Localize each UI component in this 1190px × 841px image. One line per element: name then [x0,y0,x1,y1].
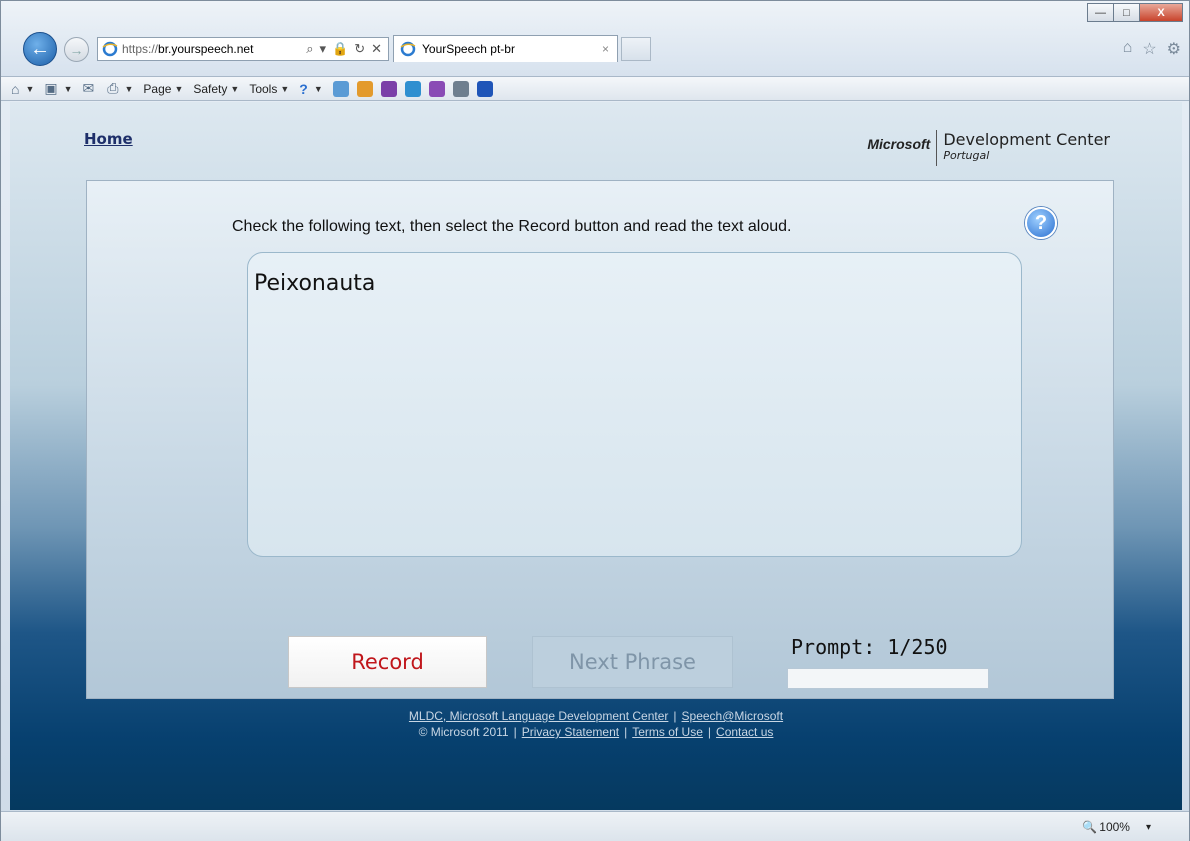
addon-music-icon[interactable] [356,80,373,97]
addon-lync-icon[interactable] [404,80,421,97]
address-url[interactable]: https://br.yourspeech.net [122,42,306,56]
stop-icon[interactable]: ✕ [371,41,382,57]
help-icon: ? [299,80,308,97]
tab-yourspeech[interactable]: YourSpeech pt-br × [393,35,618,62]
ie-icon [400,41,416,57]
search-icon[interactable]: ⌕ [306,41,313,57]
record-button[interactable]: Record [288,636,487,688]
close-tab-icon[interactable]: × [602,42,609,56]
cmd-mail[interactable]: ✉ [83,80,98,97]
next-phrase-button[interactable]: Next Phrase [532,636,733,688]
brand-company: Microsoft [867,136,931,152]
cmd-tools[interactable]: Tools ▼ [249,82,289,96]
url-host: br.yourspeech.net [158,42,254,56]
footer-line-1: MLDC, Microsoft Language Development Cen… [408,709,784,723]
browser-right-icons: ⌂ ☆ ⚙ [1123,39,1181,59]
brand-subtitle: Portugal [943,149,990,162]
recording-panel: Check the following text, then select th… [86,180,1114,699]
cmd-help[interactable]: ? ▼ [299,81,322,97]
print-icon: ⎙ [107,80,119,96]
copyright: © Microsoft 2011 [418,725,509,739]
address-bar[interactable]: https://br.yourspeech.net ⌕ ▾ 🔒 ↻ ✕ [97,37,389,61]
brand-logo: Microsoft Development Center Portugal [867,130,1110,166]
forward-button[interactable]: → [64,37,89,62]
status-bar: 🔍 100% ▾ [1,811,1189,841]
terms-link[interactable]: Terms of Use [632,725,703,739]
prompt-counter: Prompt: 1/250 [791,635,948,659]
progress-bar [787,668,989,689]
back-button[interactable]: ← [23,32,57,66]
home-link[interactable]: Home [84,130,133,148]
mail-icon: ✉ [82,80,95,96]
star-icon[interactable]: ☆ [1142,39,1156,59]
cmd-print[interactable]: ⎙ ▼ [107,80,133,97]
footer: MLDC, Microsoft Language Development Cen… [10,708,1182,740]
feeds-icon: ▣ [44,80,58,96]
minimize-button[interactable]: — [1087,3,1114,22]
footer-line-2: © Microsoft 2011 | Privacy Statement | Terms… [418,725,774,739]
gear-icon[interactable]: ⚙ [1167,39,1181,59]
tab-title: YourSpeech pt-br [422,42,515,56]
address-tools: ⌕ ▾ 🔒 ↻ ✕ [306,41,388,57]
chevron-down-icon[interactable]: ▾ [319,41,326,57]
addon-research-icon[interactable] [452,80,469,97]
close-button[interactable]: X [1139,3,1183,22]
page-viewport: Home Microsoft Development Center Portug… [10,102,1182,810]
cmd-safety[interactable]: Safety ▼ [193,82,239,96]
instruction-text: Check the following text, then select th… [232,218,792,235]
cmd-feeds[interactable]: ▣ ▼ [44,80,72,97]
lock-icon[interactable]: 🔒 [332,41,348,57]
mldc-link[interactable]: MLDC, Microsoft Language Development Cen… [409,709,668,723]
window-controls: — □ X [1087,3,1183,22]
chevron-down-icon[interactable]: ▾ [1146,822,1151,833]
addon-onenote2-icon[interactable] [428,80,445,97]
addon-onenote-icon[interactable] [380,80,397,97]
brand-separator [936,130,938,166]
title-bar: — □ X ← → https://br.yourspeech.net ⌕ ▾ … [1,1,1189,77]
cmd-page[interactable]: Page ▼ [143,82,183,96]
maximize-button[interactable]: □ [1113,3,1140,22]
speech-link[interactable]: Speech@Microsoft [682,709,784,723]
new-tab-button[interactable] [621,37,651,61]
prompt-box: Peixonauta [247,252,1022,557]
zoom-control[interactable]: 🔍 100% ▾ [1082,820,1151,834]
bluetooth-icon[interactable] [476,80,493,97]
home-icon: ⌂ [11,80,20,97]
addon-people-icon[interactable] [332,80,349,97]
ie-icon [102,41,118,57]
zoom-level: 100% [1099,820,1130,834]
command-bar: ⌂ ▼ ▣ ▼ ✉ ⎙ ▼ Page ▼ Safety ▼ Tools ▼ ? ▼ [1,77,1189,101]
home-icon[interactable]: ⌂ [1123,39,1133,59]
page-menu-label: Page [143,81,172,96]
cmd-home[interactable]: ⌂ ▼ [11,81,34,97]
zoom-icon: 🔍 [1082,820,1098,834]
brand-text: Development Center Portugal [943,130,1110,162]
help-icon[interactable]: ? [1025,207,1057,239]
privacy-link[interactable]: Privacy Statement [522,725,619,739]
contact-link[interactable]: Contact us [716,725,773,739]
prompt-text: Peixonauta [254,271,376,296]
brand-title: Development Center [943,130,1110,149]
browser-window: — □ X ← → https://br.yourspeech.net ⌕ ▾ … [0,0,1190,841]
url-prefix: https:// [122,42,159,56]
tools-menu-label: Tools [249,81,278,96]
refresh-icon[interactable]: ↻ [354,41,365,57]
safety-menu-label: Safety [193,81,228,96]
